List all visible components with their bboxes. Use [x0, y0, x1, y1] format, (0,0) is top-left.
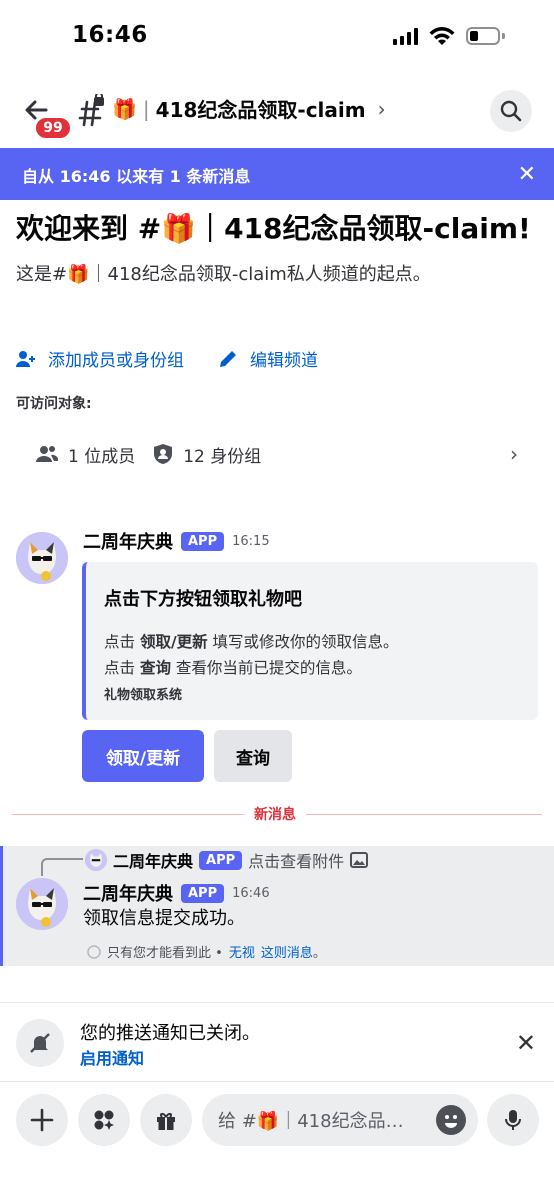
roles-item: 12 身份组: [153, 442, 261, 467]
new-messages-text: 自从 16:46 以来有 1 条新消息: [22, 167, 251, 186]
access-row[interactable]: 1 位成员 12 身份组 ›: [36, 438, 518, 470]
close-icon[interactable]: ✕: [516, 1029, 536, 1057]
close-icon[interactable]: ✕: [518, 162, 536, 187]
notification-title: 您的推送通知已关闭。: [80, 1023, 260, 1044]
message-header: 二周年庆典 APP 16:46: [83, 880, 270, 906]
enable-notifications-link[interactable]: 启用通知: [80, 1045, 144, 1069]
new-messages-label: 新消息: [244, 804, 306, 824]
message-input[interactable]: 给 #🎁｜418纪念品…: [202, 1094, 478, 1146]
push-notification-banner: 您的推送通知已关闭。 启用通知 ✕: [0, 1002, 554, 1082]
search-button[interactable]: [490, 90, 532, 132]
channel-title[interactable]: 🎁 | 418纪念品领取-claim ›: [112, 94, 386, 123]
add-members-label: 添加成员或身份组: [48, 351, 184, 371]
reply-text: 点击查看附件: [248, 852, 345, 871]
microphone-icon: [505, 1110, 521, 1130]
app-tag: APP: [181, 531, 225, 551]
dismiss-link[interactable]: 无视: [229, 942, 255, 961]
eye-icon: [87, 944, 101, 959]
pencil-icon: [220, 350, 236, 367]
add-members-button[interactable]: 添加成员或身份组: [16, 346, 184, 371]
avatar: [85, 849, 107, 871]
welcome-subtitle: 这是#🎁｜418纪念品领取-claim私人频道的起点。: [16, 264, 431, 285]
members-icon: [36, 446, 58, 462]
reply-connector: [41, 858, 83, 876]
battery-icon: [466, 27, 500, 45]
add-attachment-button[interactable]: [16, 1094, 68, 1146]
gift-button[interactable]: [140, 1094, 192, 1146]
message-input-placeholder: 给 #🎁｜418纪念品…: [218, 1111, 404, 1132]
members-count: 1 位成员: [68, 446, 136, 467]
channel-header: 99 🎁 | 418纪念品领取-claim ›: [0, 80, 554, 144]
author-name[interactable]: 二周年庆典: [83, 880, 173, 906]
cat-avatar-icon: [85, 849, 107, 871]
wifi-icon: [429, 27, 455, 45]
embed-line-1: 点击 领取/更新 填写或修改你的领取信息。: [104, 633, 399, 651]
members-item: 1 位成员: [36, 442, 135, 467]
avatar[interactable]: [16, 878, 68, 930]
edit-channel-label: 编辑频道: [250, 351, 318, 371]
status-time: 16:46: [72, 22, 148, 48]
gift-icon: [157, 1113, 175, 1130]
roles-count: 12 身份组: [183, 446, 262, 467]
emoji-picker-icon[interactable]: [436, 1105, 466, 1135]
message-time: 16:46: [232, 885, 270, 901]
embed-footer: 礼物领取系统: [104, 688, 183, 703]
cat-avatar-icon: [16, 532, 68, 584]
status-bar: 16:46: [0, 0, 554, 76]
embed-line-2: 点击 查询 查看你当前已提交的信息。: [104, 659, 362, 677]
apps-button[interactable]: [78, 1094, 130, 1146]
image-icon: [350, 852, 369, 868]
shield-icon: [154, 444, 173, 464]
message-composer: 给 #🎁｜418纪念品…: [0, 1094, 554, 1146]
search-icon: [500, 100, 522, 122]
bell-off-icon: [16, 1019, 64, 1067]
bot-reply-message: 二周年庆典 APP 点击查看附件 二周年庆典 APP 16:46 领取信息提交成…: [0, 846, 554, 966]
cat-avatar-icon: [16, 878, 68, 930]
reply-reference[interactable]: 二周年庆典 APP 点击查看附件: [85, 848, 369, 872]
unread-badge: 99: [34, 116, 72, 140]
embed-card: 点击下方按钮领取礼物吧 点击 领取/更新 填写或修改你的领取信息。 点击 查询 …: [82, 562, 538, 720]
channel-welcome: 欢迎来到 #🎁｜418纪念品领取-claim! 这是#🎁｜418纪念品领取-cl…: [16, 208, 540, 286]
claim-update-button[interactable]: 领取/更新: [82, 730, 204, 782]
channel-name: 418纪念品领取-claim: [155, 98, 366, 122]
message-content: 领取信息提交成功。: [83, 908, 245, 929]
welcome-title: 欢迎来到 #🎁｜418纪念品领取-claim!: [16, 212, 531, 245]
ephemeral-notice: 只有您才能看到此 • 无视 这则消息。: [87, 942, 326, 961]
add-user-icon: [16, 350, 35, 367]
reply-author: 二周年庆典: [113, 852, 194, 871]
welcome-actions: 添加成员或身份组 编辑频道: [16, 346, 318, 371]
access-label: 可访问对象:: [16, 396, 92, 412]
cellular-signal-icon: [393, 28, 418, 45]
plus-icon: [30, 1108, 54, 1132]
embed-title: 点击下方按钮领取礼物吧: [104, 589, 302, 610]
query-button[interactable]: 查询: [214, 730, 292, 782]
app-tag: APP: [199, 850, 243, 870]
edit-channel-button[interactable]: 编辑频道: [218, 346, 318, 371]
gift-emoji: 🎁: [112, 96, 137, 121]
private-channel-icon: [78, 94, 104, 127]
avatar[interactable]: [16, 532, 68, 584]
app-tag: APP: [181, 883, 225, 903]
chevron-right-icon: ›: [377, 96, 386, 121]
author-name[interactable]: 二周年庆典: [83, 528, 173, 554]
apps-icon: [94, 1110, 114, 1130]
new-messages-banner[interactable]: 自从 16:46 以来有 1 条新消息 ✕: [0, 148, 554, 200]
title-separator: |: [142, 96, 150, 121]
chevron-right-icon: ›: [510, 442, 518, 466]
message-header: 二周年庆典 APP 16:15: [83, 528, 270, 554]
this-message-link[interactable]: 这则消息: [261, 942, 313, 961]
voice-message-button[interactable]: [487, 1094, 539, 1146]
message-time: 16:15: [232, 533, 270, 549]
